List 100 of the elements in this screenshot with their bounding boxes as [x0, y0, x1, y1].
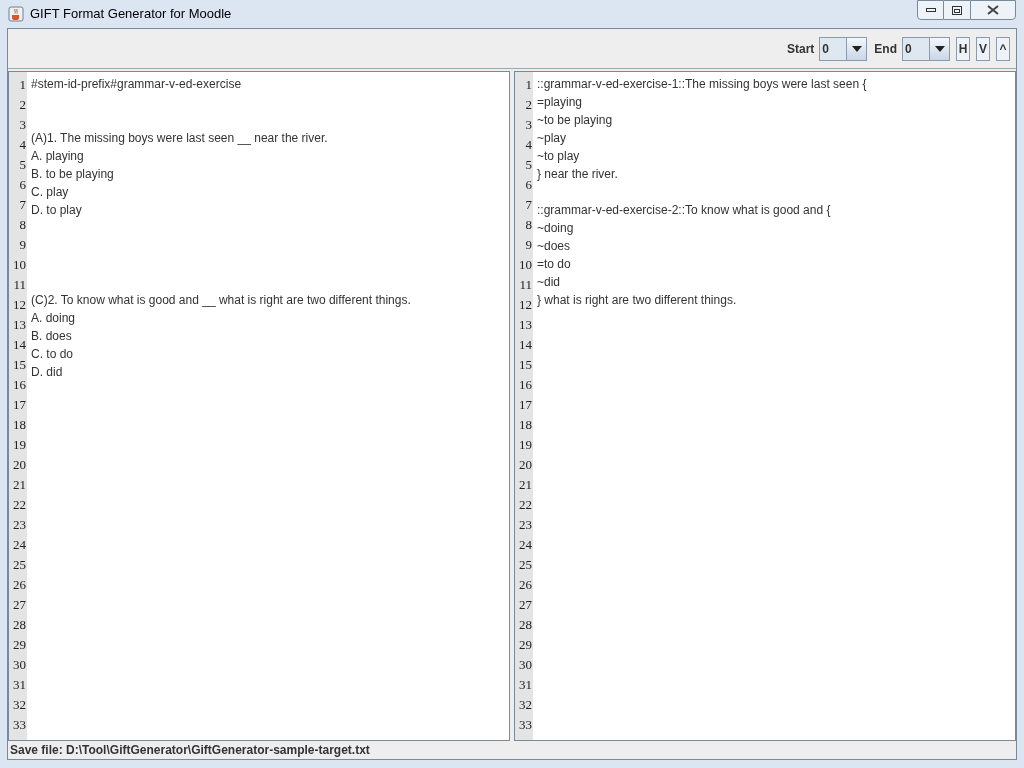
text-line: ~did [537, 274, 562, 291]
close-button[interactable] [970, 0, 1016, 20]
line-number: 2 [525, 96, 533, 114]
text-editor[interactable] [8, 71, 510, 741]
line-number: 22 [13, 496, 27, 514]
line-number: 21 [13, 476, 27, 494]
text-line: D. to play [31, 202, 83, 219]
line-number: 1 [19, 76, 27, 94]
window-title: GIFT Format Generator for Moodle [30, 5, 232, 24]
text-line: ~to play [537, 148, 581, 165]
line-number: 6 [525, 176, 533, 194]
line-number: 29 [13, 636, 27, 654]
text-line: ~to be playing [537, 112, 614, 129]
text-line: C. to do [31, 346, 75, 363]
text-line: ~does [537, 238, 572, 255]
text-line: A. playing [31, 148, 85, 165]
coffee-cup-icon [8, 6, 24, 22]
dropdown-value: 0 [821, 40, 830, 58]
line-number: 8 [19, 216, 27, 234]
line-number: 28 [519, 616, 533, 634]
line-number: 4 [525, 136, 533, 154]
line-number: 16 [519, 376, 533, 394]
line-number: 18 [13, 416, 27, 434]
toolbar-button[interactable]: V [976, 36, 990, 61]
line-number: 33 [519, 716, 533, 734]
line-number: 7 [19, 196, 27, 214]
line-number: 13 [13, 316, 27, 334]
text-line: } what is right are two different things. [537, 292, 738, 309]
line-number: 27 [519, 596, 533, 614]
line-number: 30 [519, 656, 533, 674]
toolbar-button[interactable]: ^ [996, 36, 1010, 61]
line-number: 23 [13, 516, 27, 534]
line-number: 19 [13, 436, 27, 454]
text-line: B. to be playing [31, 166, 115, 183]
line-number: 24 [13, 536, 27, 554]
line-number: 20 [13, 456, 27, 474]
text-line: ~doing [537, 220, 575, 237]
line-number: 8 [525, 216, 533, 234]
line-number: 30 [13, 656, 27, 674]
text-line: ::grammar-v-ed-exercise-1::The missing boys were last seen { [537, 76, 868, 93]
restore-icon [952, 5, 962, 15]
line-number: 10 [13, 256, 27, 274]
line-number: 28 [13, 616, 27, 634]
line-number: 3 [525, 116, 533, 134]
line-number: 13 [519, 316, 533, 334]
close-icon [987, 5, 999, 15]
line-number: 17 [519, 396, 533, 414]
line-number: 11 [13, 276, 27, 294]
minimize-icon [925, 8, 936, 12]
line-number: 3 [19, 116, 27, 134]
line-number: 31 [519, 676, 533, 694]
line-number: 29 [519, 636, 533, 654]
line-number: 32 [519, 696, 533, 714]
text-line: #stem-id-prefix#grammar-v-ed-exercise [31, 76, 243, 93]
line-number: 2 [19, 96, 27, 114]
line-number: 7 [525, 196, 533, 214]
line-number: 32 [13, 696, 27, 714]
line-number: 14 [13, 336, 27, 354]
line-number: 23 [519, 516, 533, 534]
text-line: (C)2. To know what is good and __ what is right are two different things. [31, 292, 412, 309]
text-line: ::grammar-v-ed-exercise-2::To know what is good and { [537, 202, 832, 219]
text-line: =playing [537, 94, 584, 111]
text-line: A. doing [31, 310, 77, 327]
line-number: 12 [519, 296, 533, 314]
minimize-button[interactable] [917, 0, 944, 20]
text-line: ~play [537, 130, 568, 147]
line-number: 6 [19, 176, 27, 194]
text-line: (A)1. The missing boys were last seen __ near the river. [31, 130, 329, 147]
text-line: C. play [31, 184, 70, 201]
line-number: 25 [13, 556, 27, 574]
text-line: =to do [537, 256, 572, 273]
line-number: 18 [519, 416, 533, 434]
line-number: 24 [519, 536, 533, 554]
line-number: 5 [19, 156, 27, 174]
number-dropdown[interactable]: 0 [902, 36, 950, 61]
text-line: } near the river. [537, 166, 619, 183]
dropdown-value: 0 [904, 40, 913, 58]
dropdown-arrow-icon [851, 45, 862, 52]
line-number: 10 [519, 256, 533, 274]
line-number: 15 [519, 356, 533, 374]
line-number: 31 [13, 676, 27, 694]
line-number: 25 [519, 556, 533, 574]
line-number: 20 [519, 456, 533, 474]
line-number: 33 [13, 716, 27, 734]
line-number: 27 [13, 596, 27, 614]
status-text: Save file: D:\Tool\GiftGenerator\GiftGenerator-sample-target.txt [10, 742, 370, 759]
line-number: 5 [525, 156, 533, 174]
line-number: 4 [19, 136, 27, 154]
start-label: Start [787, 40, 815, 58]
line-number: 17 [13, 396, 27, 414]
line-number: 9 [19, 236, 27, 254]
line-number: 12 [13, 296, 27, 314]
line-number: 22 [519, 496, 533, 514]
maximize-button[interactable] [944, 0, 970, 20]
text-line: D. did [31, 364, 64, 381]
line-number: 9 [525, 236, 533, 254]
number-dropdown[interactable]: 0 [819, 36, 868, 61]
line-number: 19 [519, 436, 533, 454]
toolbar-button[interactable]: H [956, 36, 970, 61]
line-number: 1 [525, 76, 533, 94]
